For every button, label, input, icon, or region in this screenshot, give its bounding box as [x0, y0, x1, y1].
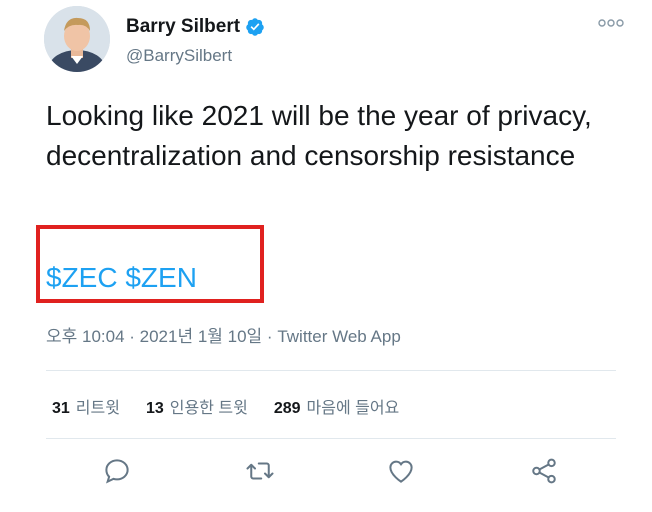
handle[interactable]: @BarrySilbert: [126, 46, 232, 66]
retweet-icon: [246, 462, 274, 480]
likes-stat[interactable]: 289 마음에 들어요: [274, 394, 399, 418]
cashtag-zen-link[interactable]: $ZEN: [125, 262, 197, 293]
tweet-meta: 오후 10:04 · 2021년 1월 10일 · Twitter Web Ap…: [46, 322, 401, 347]
avatar[interactable]: [44, 6, 110, 72]
reply-button[interactable]: [100, 454, 134, 488]
tweet-stats: 31 리트윗 13 인용한 트윗 289 마음에 들어요: [52, 394, 399, 418]
tweet-text: Looking like 2021 will be the year of pr…: [46, 100, 592, 171]
likes-count: 289: [273, 400, 301, 417]
meta-separator: ·: [262, 327, 278, 346]
like-icon: [389, 460, 413, 483]
source-app-link[interactable]: Twitter Web App: [277, 327, 400, 346]
like-button[interactable]: [384, 454, 418, 488]
quotes-label: 인용한 트윗: [169, 400, 248, 417]
retweets-count: 31: [52, 400, 70, 417]
display-name[interactable]: Barry Silbert: [126, 16, 240, 38]
share-icon: [532, 458, 556, 484]
more-options-icon[interactable]: [598, 18, 624, 28]
share-button[interactable]: [527, 454, 561, 488]
cashtags: $ZEC $ZEN: [46, 258, 197, 298]
retweet-button[interactable]: [243, 454, 277, 488]
retweets-label: 리트윗: [75, 400, 120, 417]
name-row: Barry Silbert: [126, 16, 265, 38]
quotes-stat[interactable]: 13 인용한 트윗: [146, 394, 248, 418]
action-bar: [0, 454, 652, 494]
retweets-stat[interactable]: 31 리트윗: [52, 394, 120, 418]
timestamp-link[interactable]: 오후 10:04 · 2021년 1월 10일: [46, 327, 262, 346]
divider-top: [46, 370, 616, 371]
quotes-count: 13: [145, 400, 164, 417]
cashtag-zec-link[interactable]: $ZEC: [46, 262, 118, 293]
reply-icon: [105, 459, 129, 484]
divider-bottom: [46, 438, 616, 439]
likes-label: 마음에 들어요: [306, 400, 400, 417]
tweet-header: Barry Silbert @BarrySilbert: [44, 6, 624, 76]
verified-badge-icon: [246, 18, 264, 36]
